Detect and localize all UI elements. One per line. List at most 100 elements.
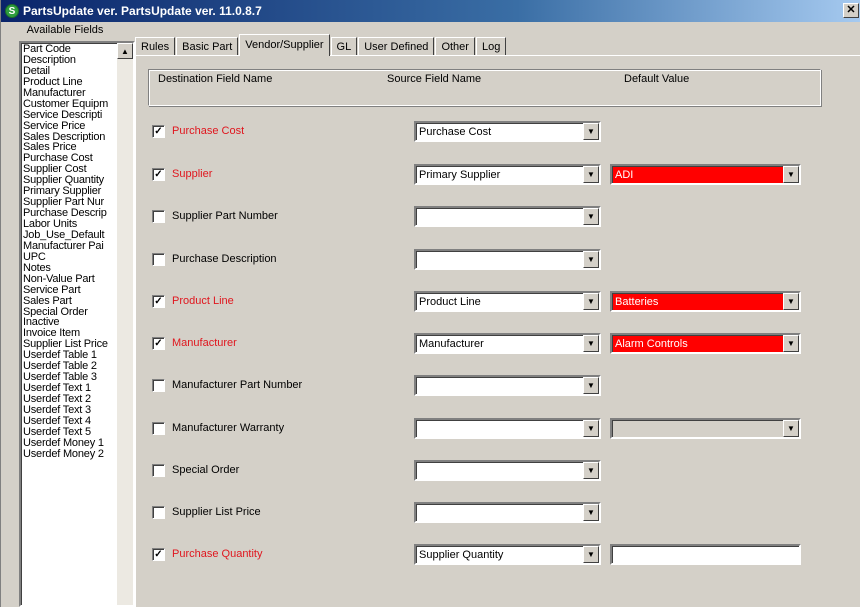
close-button[interactable]: ✕ bbox=[843, 3, 859, 18]
source-field-dropdown[interactable]: ▼ bbox=[414, 206, 601, 227]
source-field-dropdown[interactable]: ▼ bbox=[414, 375, 601, 396]
default-value-dropdown[interactable]: ▼ bbox=[610, 418, 801, 439]
source-field-dropdown[interactable]: ▼ bbox=[414, 249, 601, 270]
destination-field-label: Supplier Part Number bbox=[172, 210, 278, 222]
field-list-item[interactable]: Special Order bbox=[23, 307, 119, 318]
tab-rules[interactable]: Rules bbox=[135, 37, 176, 56]
source-field-dropdown[interactable]: Primary Supplier ▼ bbox=[414, 164, 601, 185]
field-list-item[interactable]: Primary Supplier bbox=[23, 186, 119, 197]
field-list-item[interactable]: Supplier Part Nur bbox=[23, 197, 119, 208]
field-list-item[interactable]: Sales Description bbox=[23, 132, 119, 143]
field-list-item[interactable]: Supplier Quantity bbox=[23, 175, 119, 186]
scroll-up-arrow-icon[interactable]: ▲ bbox=[117, 43, 133, 59]
field-list-item[interactable]: Userdef Money 2 bbox=[23, 449, 119, 460]
default-value-dropdown[interactable]: Batteries ▼ bbox=[610, 291, 801, 312]
dropdown-arrow-icon[interactable]: ▼ bbox=[783, 335, 799, 352]
field-mapping-row: ✓ Purchase Quantity Supplier Quantity ▼ bbox=[136, 544, 860, 566]
dropdown-arrow-icon[interactable]: ▼ bbox=[583, 123, 599, 140]
field-list-item[interactable]: Service Descripti bbox=[23, 110, 119, 121]
field-checkbox[interactable]: ✓ bbox=[152, 295, 165, 308]
field-mapping-row: Supplier Part Number ▼ bbox=[136, 206, 860, 228]
source-field-dropdown[interactable]: ▼ bbox=[414, 418, 601, 439]
tab-gl[interactable]: GL bbox=[330, 37, 358, 56]
dropdown-arrow-icon[interactable]: ▼ bbox=[583, 208, 599, 225]
tab-user-defined[interactable]: User Defined bbox=[358, 37, 435, 56]
default-value-dropdown[interactable]: ADI ▼ bbox=[610, 164, 801, 185]
field-checkbox[interactable]: ✓ bbox=[152, 548, 165, 561]
field-checkbox[interactable] bbox=[152, 210, 165, 223]
default-value-header: Default Value bbox=[624, 73, 690, 85]
source-field-dropdown[interactable]: ▼ bbox=[414, 460, 601, 481]
field-list-item[interactable]: Manufacturer Pai bbox=[23, 241, 119, 252]
source-field-value: Purchase Cost bbox=[419, 126, 492, 138]
dropdown-arrow-icon[interactable]: ▼ bbox=[583, 546, 599, 563]
field-list-item[interactable]: Userdef Text 1 bbox=[23, 383, 119, 394]
field-list-item[interactable]: Non-Value Part bbox=[23, 274, 119, 285]
field-list-item[interactable]: Userdef Text 3 bbox=[23, 405, 119, 416]
field-list-item[interactable]: Userdef Table 3 bbox=[23, 372, 119, 383]
source-field-dropdown[interactable]: Manufacturer ▼ bbox=[414, 333, 601, 354]
field-list-item[interactable]: Userdef Table 1 bbox=[23, 350, 119, 361]
destination-field-label: Product Line bbox=[172, 295, 234, 307]
field-list-item[interactable]: Supplier Cost bbox=[23, 164, 119, 175]
field-list-item[interactable]: Userdef Money 1 bbox=[23, 438, 119, 449]
dropdown-arrow-icon[interactable]: ▼ bbox=[583, 462, 599, 479]
field-list-item[interactable]: Customer Equipm bbox=[23, 99, 119, 110]
dropdown-arrow-icon[interactable]: ▼ bbox=[583, 335, 599, 352]
list-scrollbar[interactable]: ▲ bbox=[117, 43, 133, 605]
default-value-text: Alarm Controls bbox=[615, 338, 688, 350]
field-list-item[interactable]: Sales Part bbox=[23, 296, 119, 307]
field-list-item[interactable]: Detail bbox=[23, 66, 119, 77]
default-value-input[interactable] bbox=[610, 544, 801, 565]
field-checkbox[interactable] bbox=[152, 379, 165, 392]
field-list-item[interactable]: Labor Units bbox=[23, 219, 119, 230]
dropdown-arrow-icon[interactable]: ▼ bbox=[583, 504, 599, 521]
source-field-dropdown[interactable]: Product Line ▼ bbox=[414, 291, 601, 312]
available-fields-list[interactable]: Part Code Description Detail Product Line Ma… bbox=[19, 41, 135, 607]
field-list-item[interactable]: Manufacturer bbox=[23, 88, 119, 99]
field-list-item[interactable]: Invoice Item bbox=[23, 328, 119, 339]
field-list-item[interactable]: Userdef Text 5 bbox=[23, 427, 119, 438]
field-list-item[interactable]: Supplier List Price bbox=[23, 339, 119, 350]
field-list-item[interactable]: Userdef Table 2 bbox=[23, 361, 119, 372]
default-value-dropdown[interactable]: Alarm Controls ▼ bbox=[610, 333, 801, 354]
field-list-item[interactable]: Purchase Cost bbox=[23, 153, 119, 164]
field-list-item[interactable]: Service Price bbox=[23, 121, 119, 132]
title-bar[interactable]: S PartsUpdate ver. PartsUpdate ver. 11.0… bbox=[1, 0, 860, 22]
field-list-item[interactable]: Sales Price bbox=[23, 142, 119, 153]
field-checkbox[interactable] bbox=[152, 253, 165, 266]
dropdown-arrow-icon[interactable]: ▼ bbox=[583, 166, 599, 183]
field-checkbox[interactable] bbox=[152, 422, 165, 435]
field-list-item[interactable]: Purchase Descrip bbox=[23, 208, 119, 219]
dropdown-arrow-icon[interactable]: ▼ bbox=[783, 166, 799, 183]
field-checkbox[interactable] bbox=[152, 464, 165, 477]
field-list-item[interactable]: UPC bbox=[23, 252, 119, 263]
dropdown-arrow-icon[interactable]: ▼ bbox=[583, 251, 599, 268]
tab-vendor-supplier[interactable]: Vendor/Supplier bbox=[239, 34, 330, 56]
tab-basic-part[interactable]: Basic Part bbox=[176, 37, 239, 56]
field-checkbox[interactable]: ✓ bbox=[152, 337, 165, 350]
dropdown-arrow-icon[interactable]: ▼ bbox=[783, 293, 799, 310]
field-list-item[interactable]: Product Line bbox=[23, 77, 119, 88]
dropdown-arrow-icon[interactable]: ▼ bbox=[583, 377, 599, 394]
source-field-dropdown[interactable]: ▼ bbox=[414, 502, 601, 523]
tab-other[interactable]: Other bbox=[435, 37, 475, 56]
dropdown-arrow-icon[interactable]: ▼ bbox=[583, 293, 599, 310]
field-list-item[interactable]: Userdef Text 2 bbox=[23, 394, 119, 405]
field-checkbox[interactable]: ✓ bbox=[152, 168, 165, 181]
field-list-item[interactable]: Part Code bbox=[23, 44, 119, 55]
field-checkbox[interactable] bbox=[152, 506, 165, 519]
field-list-item[interactable]: Notes bbox=[23, 263, 119, 274]
field-list-item[interactable]: Description bbox=[23, 55, 119, 66]
dropdown-arrow-icon[interactable]: ▼ bbox=[583, 420, 599, 437]
dropdown-arrow-icon[interactable]: ▼ bbox=[783, 420, 799, 437]
field-checkbox[interactable]: ✓ bbox=[152, 125, 165, 138]
field-list-item[interactable]: Job_Use_Default bbox=[23, 230, 119, 241]
source-field-dropdown[interactable]: Supplier Quantity ▼ bbox=[414, 544, 601, 565]
tab-log[interactable]: Log bbox=[475, 37, 507, 56]
field-list-item[interactable]: Service Part bbox=[23, 285, 119, 296]
field-mapping-row: Manufacturer Warranty ▼ ▼ bbox=[136, 418, 860, 440]
field-list-item[interactable]: Inactive bbox=[23, 317, 119, 328]
field-list-item[interactable]: Userdef Text 4 bbox=[23, 416, 119, 427]
source-field-dropdown[interactable]: Purchase Cost ▼ bbox=[414, 121, 601, 142]
